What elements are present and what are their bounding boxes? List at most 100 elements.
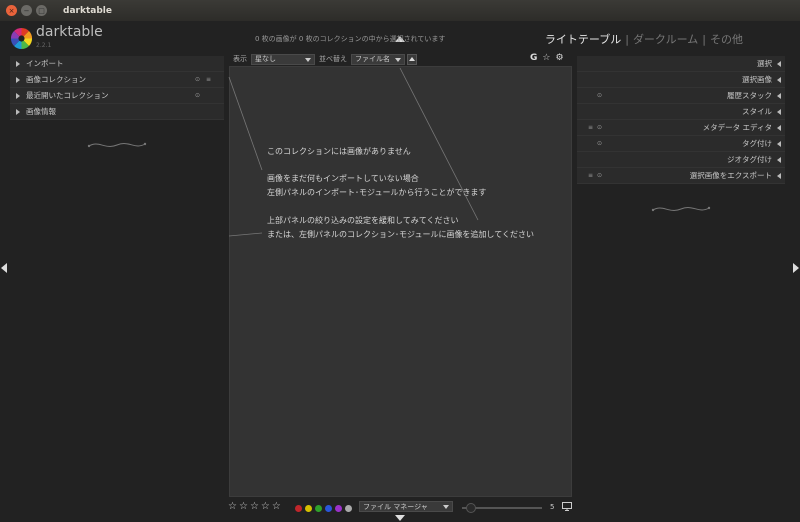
expand-arrow-icon bbox=[777, 60, 781, 67]
module-import[interactable]: インポート bbox=[10, 56, 224, 72]
expand-arrow-icon bbox=[16, 92, 20, 99]
bottom-bar: ☆ ☆ ☆ ☆ ☆ ファイル マネージャ 5 bbox=[0, 501, 800, 515]
star-icon[interactable]: ☆ bbox=[239, 501, 249, 512]
color-label-dot[interactable] bbox=[335, 505, 342, 512]
expand-arrow-icon bbox=[777, 124, 781, 131]
maximize-icon: □ bbox=[38, 6, 45, 15]
chevron-down-icon bbox=[305, 57, 311, 62]
minimize-window-button[interactable]: − bbox=[21, 5, 32, 16]
maximize-window-button[interactable]: □ bbox=[36, 5, 47, 16]
grouping-icon[interactable]: G bbox=[530, 53, 537, 63]
reset-icon[interactable]: ⊙ bbox=[597, 124, 602, 131]
close-window-button[interactable]: × bbox=[6, 5, 17, 16]
expand-arrow-icon bbox=[777, 108, 781, 115]
top-right-tools: G ☆ ⚙ bbox=[530, 53, 564, 63]
hint-import-module: 左側パネルのインポート･モジュールから行うことができます bbox=[267, 188, 487, 197]
module-label: スタイル bbox=[742, 107, 772, 116]
layout-select[interactable]: ファイル マネージャ bbox=[359, 501, 453, 512]
chevron-down-icon bbox=[443, 505, 449, 509]
view-darkroom[interactable]: ダークルーム bbox=[633, 33, 698, 46]
collection-count-text: 0 枚の画像が 0 枚のコレクションの中から選択されています bbox=[255, 35, 446, 43]
module-select[interactable]: 選択 bbox=[577, 56, 785, 72]
color-label-dot[interactable] bbox=[305, 505, 312, 512]
color-label-dot[interactable] bbox=[325, 505, 332, 512]
hint-collection-module: または、左側パネルのコレクション･モジュールに画像を追加してください bbox=[267, 230, 534, 239]
module-label: 選択 bbox=[757, 59, 772, 68]
close-icon: × bbox=[8, 6, 15, 15]
bottom-panel-toggle-arrow-icon[interactable] bbox=[395, 515, 405, 521]
expand-arrow-icon bbox=[777, 172, 781, 179]
module-geotagging[interactable]: ジオタグ付け bbox=[577, 152, 785, 168]
star-overlay-icon[interactable]: ☆ bbox=[542, 53, 550, 63]
minimize-icon: − bbox=[23, 6, 30, 15]
reset-icon[interactable]: ⊙ bbox=[597, 92, 602, 99]
view-filter-label: 表示 bbox=[233, 55, 247, 63]
lighttable-center-view[interactable]: このコレクションには画像がありません 画像をまだ何もインポートしていない場合 左… bbox=[229, 66, 572, 497]
star-icon[interactable]: ☆ bbox=[261, 501, 271, 512]
module-label: 選択画像 bbox=[742, 75, 772, 84]
star-icon[interactable]: ☆ bbox=[228, 501, 238, 512]
module-selected-images[interactable]: 選択画像 bbox=[577, 72, 785, 88]
module-recent-collections[interactable]: 最近開いたコレクション ⊙ bbox=[10, 88, 224, 104]
panel-end-flourish-icon bbox=[651, 206, 711, 212]
star-rating-filter: ☆ ☆ ☆ ☆ ☆ bbox=[228, 501, 282, 512]
module-label: ジオタグ付け bbox=[727, 155, 772, 164]
right-panel-toggle-arrow-icon[interactable] bbox=[793, 263, 799, 273]
expand-arrow-icon bbox=[16, 60, 20, 67]
app-brand-name: darktable bbox=[36, 24, 103, 40]
sort-label: 並べ替え bbox=[319, 55, 347, 63]
star-icon[interactable]: ☆ bbox=[272, 501, 282, 512]
presets-icon[interactable]: ≡ bbox=[206, 76, 211, 83]
expand-arrow-icon bbox=[777, 156, 781, 163]
filter-bar: 表示 星なし 並べ替え ファイル名 bbox=[230, 52, 575, 66]
left-panel-toggle-arrow-icon[interactable] bbox=[1, 263, 7, 273]
preferences-gear-icon[interactable]: ⚙ bbox=[555, 53, 563, 63]
reset-icon[interactable]: ⊙ bbox=[597, 172, 602, 179]
presets-icon[interactable]: ≡ bbox=[588, 172, 593, 179]
display-profile-icon[interactable] bbox=[562, 502, 572, 511]
view-other[interactable]: その他 bbox=[710, 33, 743, 46]
view-switcher: ライトテーブル | ダークルーム | その他 bbox=[545, 31, 743, 47]
layout-value: ファイル マネージャ bbox=[363, 502, 428, 511]
module-label: タグ付け bbox=[742, 139, 772, 148]
window-titlebar: × − □ darktable bbox=[0, 0, 800, 21]
reset-icon[interactable]: ⊙ bbox=[195, 92, 200, 99]
module-export-selected[interactable]: ≡ ⊙ 選択画像をエクスポート bbox=[577, 168, 785, 184]
darktable-logo-icon bbox=[10, 27, 33, 50]
module-history-stack[interactable]: ⊙ 履歴スタック bbox=[577, 88, 785, 104]
module-label: 画像コレクション bbox=[26, 75, 86, 84]
chevron-down-icon bbox=[395, 57, 401, 62]
view-lighttable[interactable]: ライトテーブル bbox=[545, 33, 621, 46]
left-panel: インポート 画像コレクション ⊙ ≡ 最近開いたコレクション ⊙ 画像情報 bbox=[10, 56, 224, 490]
module-image-info[interactable]: 画像情報 bbox=[10, 104, 224, 120]
star-icon[interactable]: ☆ bbox=[250, 501, 260, 512]
reset-icon[interactable]: ⊙ bbox=[195, 76, 200, 83]
sort-order-button[interactable] bbox=[407, 53, 417, 65]
reset-icon[interactable]: ⊙ bbox=[597, 140, 602, 147]
panel-end-flourish-icon bbox=[87, 142, 147, 148]
module-label: インポート bbox=[26, 59, 64, 68]
sort-value: ファイル名 bbox=[355, 55, 390, 63]
empty-collection-message: このコレクションには画像がありません bbox=[267, 147, 411, 156]
color-label-dot[interactable] bbox=[315, 505, 322, 512]
module-tagging[interactable]: ⊙ タグ付け bbox=[577, 136, 785, 152]
top-header: darktable 2.2.1 0 枚の画像が 0 枚のコレクションの中から選択… bbox=[0, 21, 800, 53]
color-label-filter bbox=[295, 505, 352, 512]
module-label: メタデータ エディタ bbox=[702, 123, 772, 132]
module-label: 画像情報 bbox=[26, 107, 56, 116]
sort-select[interactable]: ファイル名 bbox=[351, 53, 405, 65]
view-filter-select[interactable]: 星なし bbox=[251, 53, 315, 65]
module-collection[interactable]: 画像コレクション ⊙ ≡ bbox=[10, 72, 224, 88]
presets-icon[interactable]: ≡ bbox=[588, 124, 593, 131]
expand-arrow-icon bbox=[777, 92, 781, 99]
view-filter-value: 星なし bbox=[255, 55, 276, 63]
color-label-dot[interactable] bbox=[345, 505, 352, 512]
expand-arrow-icon bbox=[777, 140, 781, 147]
zoom-slider-handle[interactable] bbox=[466, 503, 476, 513]
hint-no-import: 画像をまだ何もインポートしていない場合 bbox=[267, 174, 419, 183]
module-metadata-editor[interactable]: ≡ ⊙ メタデータ エディタ bbox=[577, 120, 785, 136]
app-version: 2.2.1 bbox=[36, 42, 52, 49]
color-label-dot[interactable] bbox=[295, 505, 302, 512]
view-separator: | bbox=[625, 33, 629, 46]
module-styles[interactable]: スタイル bbox=[577, 104, 785, 120]
